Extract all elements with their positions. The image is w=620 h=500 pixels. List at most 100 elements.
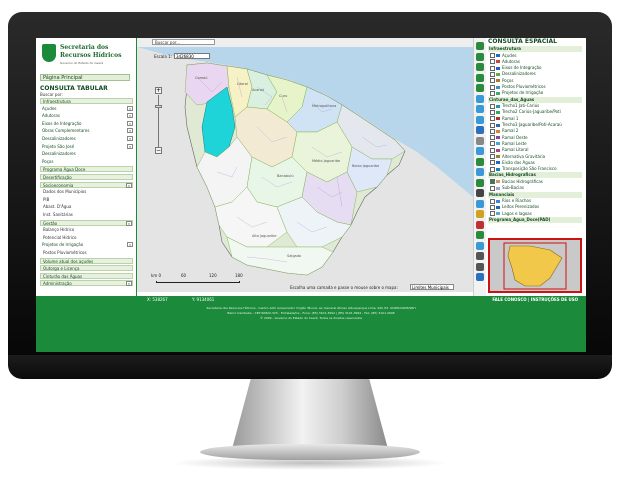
full-extent-icon[interactable] [476,94,484,103]
layer-checkbox[interactable] [490,78,495,84]
tabular-row[interactable]: Abast. D'Água [40,204,133,210]
srh-logo[interactable]: Secretaria dos Recursos Hídricos Governo… [40,42,132,68]
layer-checkbox[interactable] [490,204,495,210]
layer-select[interactable]: Limites Municipais [410,284,454,290]
chevron-down-icon[interactable]: ▾ [126,220,132,226]
print-icon[interactable] [476,252,484,260]
zoom-in-button[interactable]: + [155,87,162,94]
layer-item[interactable]: Ramal 1 [490,116,584,122]
layer-checkbox[interactable] [490,84,495,90]
layer-checkbox[interactable] [490,211,495,217]
info-icon[interactable] [476,126,484,134]
globe-icon[interactable] [476,241,484,250]
zoom-slider[interactable]: + − [155,87,163,157]
tabular-row[interactable]: Dessalinizadores [40,151,133,157]
flag-icon[interactable] [476,220,484,229]
tabular-row[interactable]: Obras Complementares ▾ [40,128,133,134]
zoom-out-icon[interactable] [476,105,484,113]
tabular-row[interactable]: Poços [40,159,133,165]
overview-map[interactable] [488,238,582,293]
refresh-icon[interactable] [476,157,484,166]
tabular-row[interactable]: Dessalinizadores ▾ [40,136,133,142]
tabular-row[interactable]: Dados dos Municípios [40,189,133,195]
arrow-up-icon[interactable] [476,73,484,82]
layer-checkbox[interactable] [490,128,495,134]
measure-icon[interactable] [476,136,484,145]
layer-checkbox[interactable] [490,116,495,122]
help-icon[interactable] [476,273,484,281]
select-icon[interactable] [476,168,484,176]
tabular-row[interactable]: Cinturão das Águas [40,272,133,279]
tabular-row[interactable]: Programa Água Doce [40,166,133,173]
table-icon[interactable] [476,189,484,197]
search-select[interactable]: Buscar por... [152,39,215,45]
tabular-row[interactable]: Infraestrutura [40,98,133,104]
tabular-row[interactable]: Postos Pluviométricos [40,250,133,256]
layer-checkbox[interactable] [490,154,495,159]
zoom-knob[interactable] [155,105,162,108]
tabular-row[interactable]: Balanço Hídrico [40,227,133,233]
layer-checkbox[interactable] [490,141,495,147]
print-alt-icon[interactable] [476,262,484,271]
chevron-down-icon[interactable]: ▾ [126,281,132,287]
chevron-down-icon[interactable]: ▾ [127,143,133,149]
layer-item[interactable]: Trecho1 Jati-Cariús [490,103,584,109]
layer-item[interactable]: Trecho3 Jaguaribe/Poti-Acaraú [490,122,584,128]
layer-checkbox[interactable] [490,59,495,65]
layer-item[interactable]: Poços [490,78,584,84]
tabular-row[interactable]: Eixos de Integração ▾ [40,120,133,127]
tabular-row[interactable]: Projetos de Irrigação ▾ [40,242,133,248]
layer-item[interactable]: Alternativa Gravitária [490,154,584,160]
map-view[interactable]: Coreaú Litoral Acaraú Curu Metropolitana Bana… [137,47,473,292]
layer-checkbox[interactable] [490,103,495,109]
identify-icon[interactable] [476,115,484,124]
layer-item[interactable]: Ramal Litoral [490,147,584,153]
layer-checkbox[interactable] [490,185,495,191]
tabular-row[interactable]: Açudes ▾ [40,105,133,112]
tabular-row[interactable]: Volume atual dos açudes [40,257,133,264]
zoom-out-button[interactable]: − [155,147,162,154]
layer-checkbox[interactable] [490,90,495,96]
move-icon[interactable] [476,147,484,155]
buffer-icon[interactable] [476,231,484,239]
layer-checkbox[interactable] [490,71,495,77]
tabular-row[interactable]: Administração ▾ [40,280,133,287]
layer-checkbox[interactable] [490,160,495,166]
layer-item[interactable]: Ramal Leste [490,141,584,147]
layer-checkbox[interactable] [490,179,495,185]
layer-checkbox[interactable] [490,53,495,58]
chevron-down-icon[interactable]: ▾ [127,120,133,126]
layer-checkbox[interactable] [490,122,495,128]
layer-item[interactable]: Ramal 2 [490,128,584,134]
pan-right-icon[interactable] [476,63,484,71]
layer-item[interactable]: Rios e Riachos [490,198,584,204]
tabular-row[interactable]: Outorga e Licença [40,265,133,272]
layer-item[interactable]: Postos Pluviométricos [490,84,584,90]
layer-item[interactable]: Projetos de Irrigação [490,90,584,96]
layer-item[interactable]: Sub-Bacias [490,185,584,191]
layer-item[interactable]: Eixos de Integração [490,65,584,71]
layer-item[interactable]: Trecho2 Cariús-Jaguaribe/Poti [490,109,584,115]
chevron-down-icon[interactable]: ▾ [127,128,133,134]
layer-item[interactable]: Dessalinizadores [490,71,584,77]
main-page-link[interactable]: Página Principal [40,74,130,81]
chevron-down-icon[interactable]: ▾ [127,136,133,141]
tabular-row[interactable]: Inst. Sanitárias [40,212,133,218]
layer-checkbox[interactable] [490,147,495,153]
chevron-down-icon[interactable]: ▾ [127,113,133,119]
tabular-row[interactable]: Projeto São José ▾ [40,143,133,150]
layer-item[interactable]: Lagos e lagoas [490,211,584,217]
pan-left-icon[interactable] [476,52,484,61]
layer-item[interactable]: Eixão das Águas [490,160,584,166]
tabular-row[interactable]: Adutoras ▾ [40,113,133,119]
zoom-in-icon[interactable] [476,42,484,50]
tabular-row[interactable]: PIB [40,197,133,203]
tabular-row[interactable]: Socioeconomia ▾ [40,181,133,188]
tabular-row[interactable]: Gestão ▾ [40,219,133,226]
layer-checkbox[interactable] [490,65,495,71]
layer-item[interactable]: Açudes [490,53,584,59]
chevron-down-icon[interactable]: ▾ [126,182,132,188]
draw-icon[interactable] [476,199,484,208]
pencil-icon[interactable] [476,210,484,218]
tabular-row[interactable]: Desertificação [40,174,133,180]
